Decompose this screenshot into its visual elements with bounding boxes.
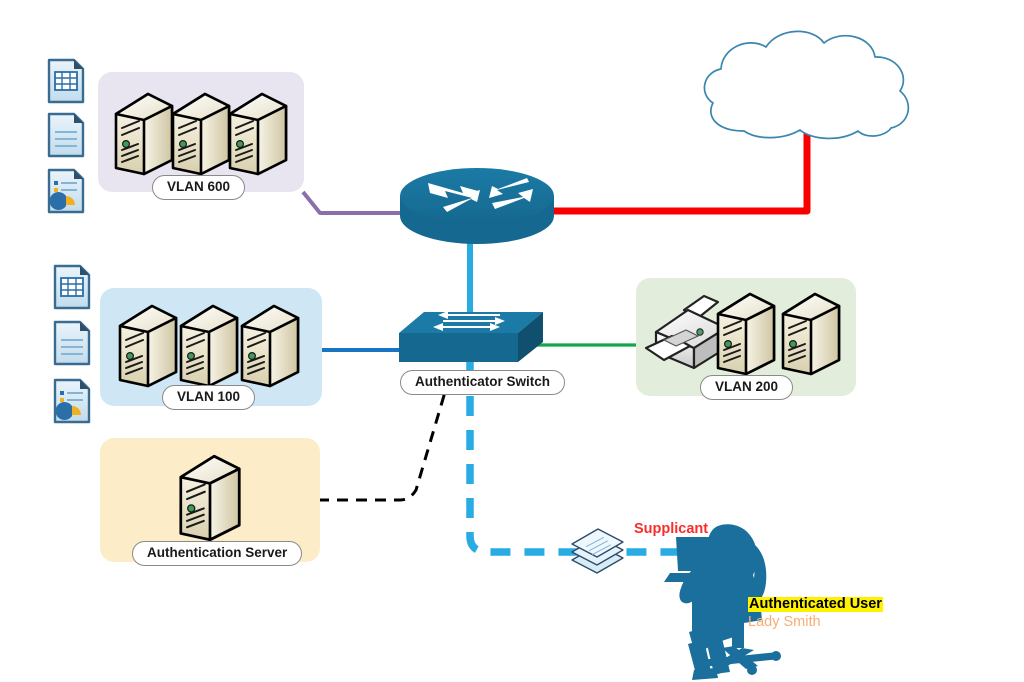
link-router-cloud — [553, 128, 811, 215]
user-name-label: Lady Smith — [748, 614, 821, 630]
server-icon — [240, 304, 300, 388]
server-icon — [179, 454, 241, 542]
presentation-document-icon — [47, 168, 85, 214]
link-authserver-switch — [318, 381, 450, 502]
spreadsheet-document-icon — [53, 264, 91, 310]
server-icon — [228, 92, 288, 176]
zone-label-vlan200: VLAN 200 — [700, 375, 794, 400]
spreadsheet-document-icon — [47, 58, 85, 104]
server-icon — [781, 292, 841, 376]
authenticated-user-label: Authenticated User — [748, 596, 883, 612]
presentation-document-icon — [53, 378, 91, 424]
zone-label-vlan600: VLAN 600 — [152, 175, 246, 200]
switch-label: Authenticator Switch — [400, 370, 566, 395]
supplicant-label: Supplicant — [634, 521, 709, 537]
switch-icon[interactable] — [399, 311, 543, 362]
cloud-icon — [703, 30, 910, 140]
diagram-canvas: VLAN 600 VLAN 100 VLAN 200 Authenticatio… — [0, 0, 1024, 682]
zone-label-vlan100: VLAN 100 — [162, 385, 256, 410]
text-document-icon — [53, 320, 91, 366]
paper-stack-icon — [571, 528, 624, 574]
router-icon[interactable] — [400, 168, 554, 244]
server-icon — [716, 292, 776, 376]
text-document-icon — [47, 112, 85, 158]
zone-label-authentication-server: Authentication Server — [132, 541, 303, 566]
link-vlan600-router — [301, 190, 400, 215]
